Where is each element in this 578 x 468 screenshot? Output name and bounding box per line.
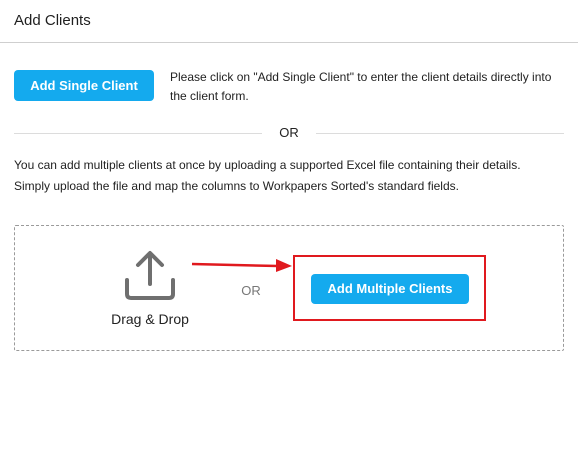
multiple-description-line-2: Simply upload the file and map the colum…: [14, 179, 459, 193]
separator-line-left: [14, 133, 262, 134]
annotation-arrow: [191, 259, 292, 272]
upload-icon[interactable]: [121, 246, 179, 304]
or-separator: OR: [14, 125, 564, 141]
page-title: Add Clients: [14, 12, 91, 29]
add-single-client-button[interactable]: Add Single Client: [14, 70, 154, 101]
single-client-description: Please click on "Add Single Client" to e…: [170, 70, 552, 103]
drag-drop-label: Drag & Drop: [111, 311, 189, 327]
or-separator-label: OR: [279, 125, 299, 140]
add-multiple-clients-button[interactable]: Add Multiple Clients: [311, 274, 469, 304]
dropzone-or-label: OR: [241, 283, 261, 298]
page-header: Add Clients: [0, 0, 578, 43]
separator-line-right: [316, 133, 564, 134]
multiple-description-line-1: You can add multiple clients at once by …: [14, 158, 521, 172]
multiple-clients-description: You can add multiple clients at once by …: [14, 155, 570, 197]
